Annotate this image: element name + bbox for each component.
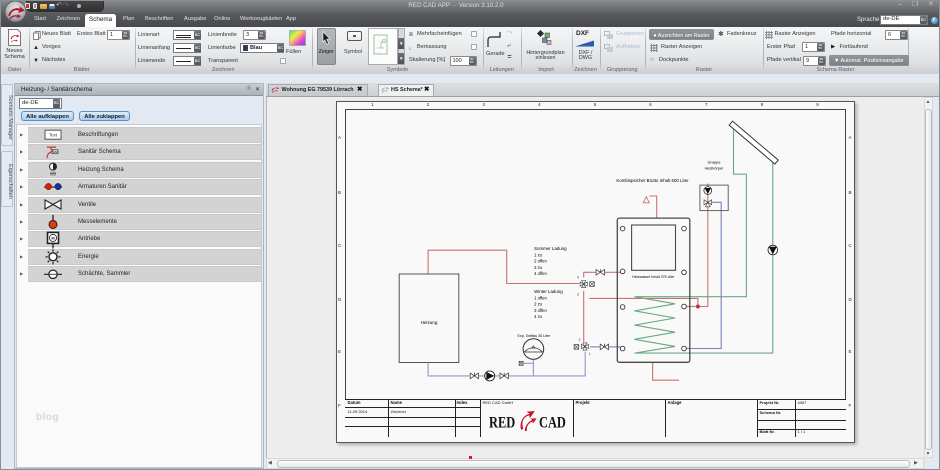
- svg-text:4 zu: 4 zu: [534, 314, 543, 319]
- svg-text:3 offen: 3 offen: [534, 308, 547, 313]
- svg-text:Exp. Gefäss 35 Liter: Exp. Gefäss 35 Liter: [517, 334, 550, 338]
- svg-text:2 offen: 2 offen: [534, 259, 547, 264]
- svg-text:Heizwasser Inhalt 375 Liter: Heizwasser Inhalt 375 Liter: [632, 275, 675, 279]
- svg-text:Winter Ladung: Winter Ladung: [534, 289, 563, 294]
- svg-text:4 offen: 4 offen: [534, 271, 547, 276]
- svg-text:1 offen: 1 offen: [534, 296, 547, 301]
- svg-text:1 zu: 1 zu: [534, 253, 543, 258]
- svg-text:Sommer Ladung: Sommer Ladung: [534, 246, 567, 251]
- svg-text:Heizkörper: Heizkörper: [704, 165, 724, 170]
- svg-text:WM: WM: [52, 150, 58, 154]
- svg-text:Gruppe: Gruppe: [707, 160, 720, 165]
- svg-text:2: 2: [578, 338, 580, 342]
- svg-text:Kombispeicher Brutto Inhalt 60: Kombispeicher Brutto Inhalt 600 Liter: [616, 178, 689, 183]
- svg-text:Heizung: Heizung: [420, 320, 437, 325]
- svg-text:3 zu: 3 zu: [534, 265, 543, 270]
- svg-text:4: 4: [576, 276, 578, 280]
- svg-text:3: 3: [576, 292, 578, 296]
- svg-text:2 zu: 2 zu: [534, 302, 543, 307]
- svg-text:1: 1: [588, 352, 590, 356]
- svg-text:Text: Text: [49, 133, 58, 138]
